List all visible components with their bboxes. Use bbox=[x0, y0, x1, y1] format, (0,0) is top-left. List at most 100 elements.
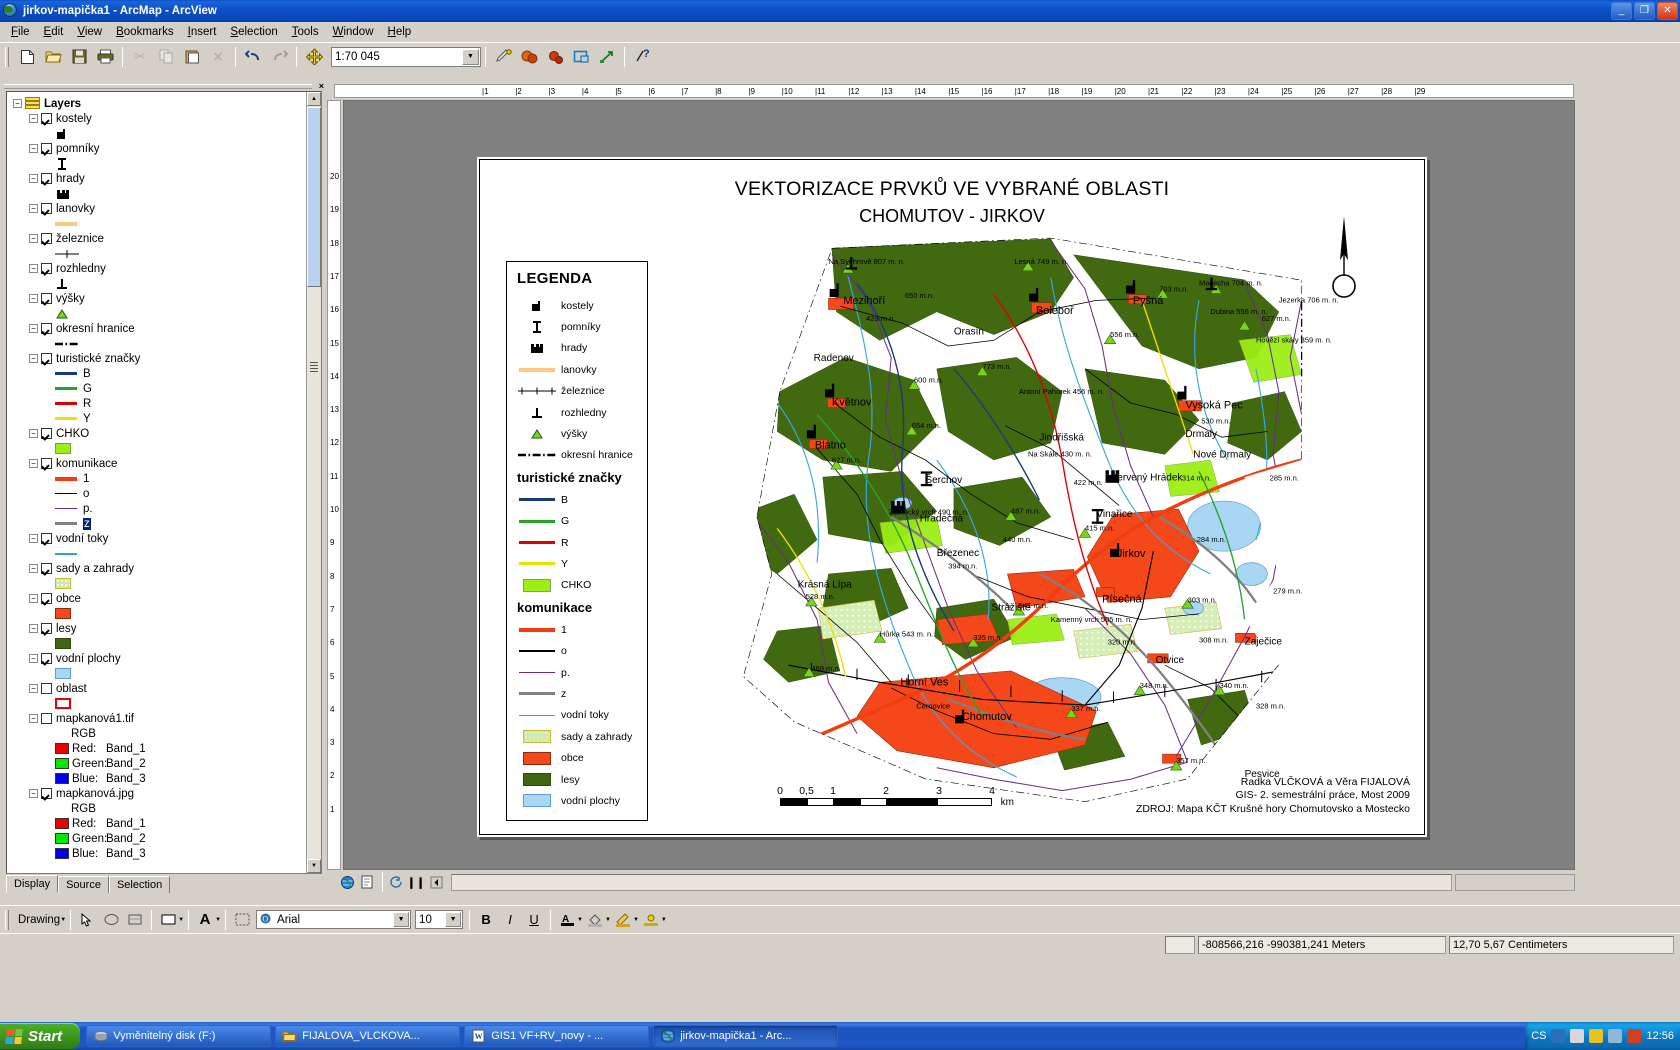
layer-visibility-checkbox[interactable] bbox=[41, 233, 52, 244]
chevron-down-icon-markercolor[interactable]: ▼ bbox=[661, 917, 667, 923]
toc-layer--eleznice[interactable]: − železnice bbox=[13, 231, 307, 246]
layer-symbol[interactable] bbox=[13, 186, 307, 201]
save-icon[interactable] bbox=[67, 45, 91, 68]
toc-layer-komunikace[interactable]: − komunikace bbox=[13, 456, 307, 471]
italic-button[interactable]: I bbox=[499, 909, 521, 931]
font-color-icon[interactable]: A bbox=[556, 909, 578, 931]
layer-visibility-checkbox[interactable] bbox=[41, 428, 52, 439]
toc-layer-vodn-toky[interactable]: − vodní toky bbox=[13, 531, 307, 546]
layer-symbol[interactable] bbox=[13, 636, 307, 651]
toolbar-grip[interactable] bbox=[3, 46, 11, 68]
scroll-down-icon[interactable]: ▼ bbox=[307, 859, 321, 873]
toc-scrollbar[interactable]: ▲ ▼ bbox=[306, 92, 321, 873]
pan-hand-icon[interactable] bbox=[517, 45, 541, 68]
layer-visibility-checkbox[interactable] bbox=[41, 323, 52, 334]
font-size-input[interactable] bbox=[416, 912, 443, 927]
chevron-down-icon-linecolor[interactable]: ▼ bbox=[633, 917, 639, 923]
layer-class-r[interactable]: R bbox=[13, 396, 307, 411]
toc-tab-display[interactable]: Display bbox=[6, 875, 59, 893]
toc-raster-mapkanov-1-tif[interactable]: − mapkanová1.tif bbox=[13, 711, 307, 726]
restore-button[interactable]: ❐ bbox=[1634, 2, 1655, 20]
layer-class-z[interactable]: z bbox=[13, 516, 307, 531]
expand-collapse-icon[interactable]: − bbox=[29, 174, 38, 183]
layer-symbol[interactable] bbox=[13, 441, 307, 456]
raster-band-band_1[interactable]: Red: Band_1 bbox=[13, 741, 307, 756]
expand-collapse-icon[interactable]: − bbox=[13, 99, 22, 108]
layer-symbol[interactable] bbox=[13, 246, 307, 261]
layer-visibility-checkbox[interactable] bbox=[41, 458, 52, 469]
chevron-down-icon-fontcolor[interactable]: ▼ bbox=[577, 917, 583, 923]
taskbar-item-folder[interactable]: FIJALOVA_VLCKOVA... bbox=[275, 1025, 461, 1047]
layer-symbol[interactable] bbox=[13, 696, 307, 711]
pause-icon[interactable]: ❙❙ bbox=[407, 874, 425, 890]
font-size-combo[interactable]: ▼ bbox=[415, 910, 464, 929]
editor-icon[interactable] bbox=[491, 45, 515, 68]
layer-visibility-checkbox[interactable] bbox=[41, 713, 52, 724]
start-button[interactable]: Start bbox=[0, 1023, 81, 1049]
layout-view[interactable]: VEKTORIZACE PRVKŮ VE VYBRANÉ OBLASTI CHO… bbox=[343, 100, 1575, 870]
line-color-icon[interactable] bbox=[612, 909, 634, 931]
layer-symbol[interactable] bbox=[13, 546, 307, 561]
bold-button[interactable]: B bbox=[475, 909, 497, 931]
menu-item-selection[interactable]: Selection bbox=[223, 24, 284, 40]
expand-collapse-icon[interactable]: − bbox=[29, 144, 38, 153]
toc-layer-lanovky[interactable]: − lanovky bbox=[13, 201, 307, 216]
menu-item-bookmarks[interactable]: Bookmarks bbox=[109, 24, 181, 40]
frame-icon[interactable] bbox=[231, 909, 253, 931]
menu-item-edit[interactable]: Edit bbox=[37, 24, 71, 40]
layer-symbol[interactable] bbox=[13, 606, 307, 621]
taskbar-item-arcmap[interactable]: jirkov-mapička1 - Arc... bbox=[653, 1025, 839, 1047]
toc-layer-sady-a-zahrady[interactable]: − sady a zahrady bbox=[13, 561, 307, 576]
expand-collapse-icon[interactable]: − bbox=[29, 714, 38, 723]
toc-layer-lesy[interactable]: − lesy bbox=[13, 621, 307, 636]
scale-input[interactable] bbox=[332, 48, 456, 65]
select-icon[interactable] bbox=[569, 45, 593, 68]
layer-symbol[interactable] bbox=[13, 216, 307, 231]
toc-tab-selection[interactable]: Selection bbox=[108, 876, 171, 893]
expand-collapse-icon[interactable]: − bbox=[29, 534, 38, 543]
cut-icon[interactable]: ✂ bbox=[128, 45, 152, 68]
toc-layer-pomn-ky[interactable]: − pomníky bbox=[13, 141, 307, 156]
toc-close-icon[interactable]: × bbox=[319, 82, 324, 91]
drawing-menu-label[interactable]: Drawing bbox=[18, 914, 60, 926]
layer-class-g[interactable]: G bbox=[13, 381, 307, 396]
toc-drag-handle[interactable]: × bbox=[2, 82, 326, 91]
chevron-down-icon-size[interactable]: ▼ bbox=[445, 912, 462, 927]
menu-item-help[interactable]: Help bbox=[381, 24, 419, 40]
close-button[interactable]: ✕ bbox=[1657, 2, 1678, 20]
fill-color-icon[interactable] bbox=[584, 909, 606, 931]
layer-class-y[interactable]: Y bbox=[13, 411, 307, 426]
map-frame[interactable]: VEKTORIZACE PRVKŮ VE VYBRANÉ OBLASTI CHO… bbox=[479, 159, 1425, 835]
expand-collapse-icon[interactable]: − bbox=[29, 684, 38, 693]
expand-collapse-icon[interactable]: − bbox=[29, 594, 38, 603]
expand-collapse-icon[interactable]: − bbox=[29, 294, 38, 303]
toc-tree[interactable]: − Layers − kostely − pomníky − hrady − lanovky − že… bbox=[6, 91, 322, 874]
chevron-down-icon-drawing[interactable]: ▼ bbox=[60, 917, 66, 923]
expand-collapse-icon[interactable]: − bbox=[29, 324, 38, 333]
open-folder-icon[interactable] bbox=[41, 45, 65, 68]
raster-band-band_2[interactable]: Green: Band_2 bbox=[13, 756, 307, 771]
back-arrow-icon[interactable] bbox=[427, 874, 445, 890]
scale-combo[interactable]: ▼ bbox=[331, 46, 481, 67]
layer-visibility-checkbox[interactable] bbox=[41, 203, 52, 214]
expand-collapse-icon[interactable]: − bbox=[29, 564, 38, 573]
expand-collapse-icon[interactable]: − bbox=[29, 459, 38, 468]
layer-class-b[interactable]: B bbox=[13, 366, 307, 381]
layer-visibility-checkbox[interactable] bbox=[41, 173, 52, 184]
new-document-icon[interactable] bbox=[15, 45, 39, 68]
ellipse-icon[interactable] bbox=[100, 909, 122, 931]
layer-visibility-checkbox[interactable] bbox=[41, 293, 52, 304]
copy-icon[interactable] bbox=[154, 45, 178, 68]
taskbar-item-word-doc[interactable]: W GIS1 VF+RV_novy - ... bbox=[464, 1025, 650, 1047]
underline-button[interactable]: U bbox=[523, 909, 545, 931]
layer-visibility-checkbox[interactable] bbox=[41, 563, 52, 574]
toc-tab-source[interactable]: Source bbox=[58, 876, 109, 893]
expand-collapse-icon[interactable]: − bbox=[29, 114, 38, 123]
layer-symbol[interactable] bbox=[13, 306, 307, 321]
scroll-up-icon[interactable]: ▲ bbox=[307, 92, 321, 106]
raster-band-band_1[interactable]: Red: Band_1 bbox=[13, 816, 307, 831]
toc-layer-obce[interactable]: − obce bbox=[13, 591, 307, 606]
text-icon[interactable]: A bbox=[194, 909, 216, 931]
print-icon[interactable] bbox=[93, 45, 117, 68]
menu-item-tools[interactable]: Tools bbox=[285, 24, 326, 40]
